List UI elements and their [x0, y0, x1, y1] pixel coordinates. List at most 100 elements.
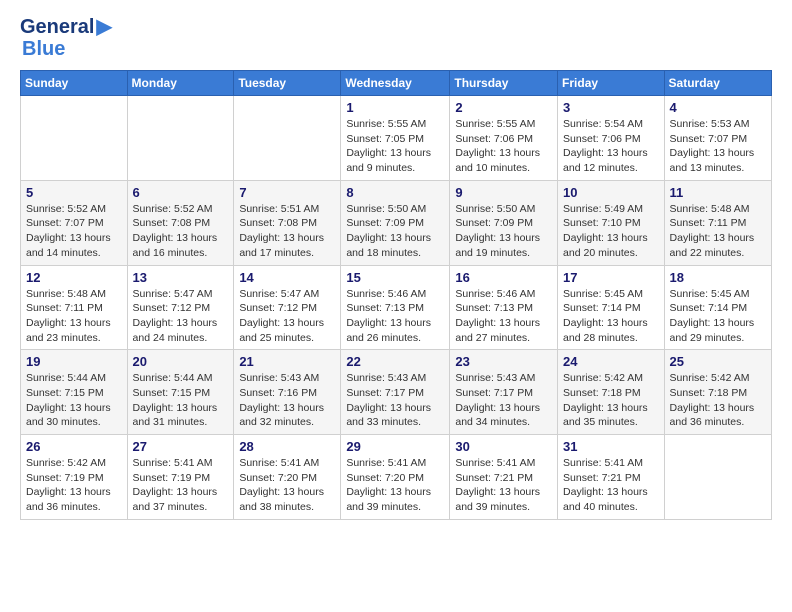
day-number: 26: [26, 439, 122, 454]
weekday-header-thursday: Thursday: [450, 71, 558, 96]
day-number: 22: [346, 354, 444, 369]
calendar-cell: 7Sunrise: 5:51 AM Sunset: 7:08 PM Daylig…: [234, 180, 341, 265]
day-number: 6: [133, 185, 229, 200]
calendar-cell: 22 Sunrise: 5:43 AM Sunset: 7:17 PM Dayli…: [341, 350, 450, 435]
calendar-cell: 26Sunrise: 5:42 AM Sunset: 7:19 PM Dayli…: [21, 435, 128, 520]
logo-text: General▶: [20, 16, 112, 38]
day-info: Sunrise: 5:45 AM Sunset: 7:14 PM Dayligh…: [670, 287, 766, 346]
day-info: Sunrise: 5:47 AM Sunset: 7:12 PM Dayligh…: [239, 287, 335, 346]
day-number: 23: [455, 354, 552, 369]
calendar-cell: 21 Sunrise: 5:43 AM Sunset: 7:16 PM Dayli…: [234, 350, 341, 435]
day-number: 20: [133, 354, 229, 369]
calendar-cell: 25Sunrise: 5:42 AM Sunset: 7:18 PM Dayli…: [664, 350, 771, 435]
calendar-cell: 12 Sunrise: 5:48 AM Sunset: 7:11 PM Dayli…: [21, 265, 128, 350]
calendar-cell: 3Sunrise: 5:54 AM Sunset: 7:06 PM Daylig…: [558, 96, 665, 181]
calendar-cell: [664, 435, 771, 520]
calendar-cell: 23 Sunrise: 5:43 AM Sunset: 7:17 PM Dayli…: [450, 350, 558, 435]
calendar-cell: 19 Sunrise: 5:44 AM Sunset: 7:15 PM Dayli…: [21, 350, 128, 435]
calendar-cell: 4 Sunrise: 5:53 AM Sunset: 7:07 PM Daylig…: [664, 96, 771, 181]
day-number: 11: [670, 185, 766, 200]
calendar-cell: 5 Sunrise: 5:52 AM Sunset: 7:07 PM Daylig…: [21, 180, 128, 265]
calendar-cell: 29 Sunrise: 5:41 AM Sunset: 7:20 PM Dayli…: [341, 435, 450, 520]
day-number: 18: [670, 270, 766, 285]
day-number: 10: [563, 185, 659, 200]
day-info: Sunrise: 5:44 AM Sunset: 7:15 PM Dayligh…: [26, 371, 122, 430]
calendar-cell: 9 Sunrise: 5:50 AM Sunset: 7:09 PM Daylig…: [450, 180, 558, 265]
day-info: Sunrise: 5:50 AM Sunset: 7:09 PM Dayligh…: [346, 202, 444, 261]
day-number: 9: [455, 185, 552, 200]
day-info: Sunrise: 5:41 AM Sunset: 7:20 PM Dayligh…: [346, 456, 444, 515]
header: General▶ Blue: [20, 16, 772, 60]
page: General▶ Blue SundayMondayTuesdayWednesd…: [0, 0, 792, 612]
calendar-week-1: 1 Sunrise: 5:55 AM Sunset: 7:05 PM Daylig…: [21, 96, 772, 181]
day-info: Sunrise: 5:43 AM Sunset: 7:16 PM Dayligh…: [239, 371, 335, 430]
day-number: 13: [133, 270, 229, 285]
day-number: 21: [239, 354, 335, 369]
day-number: 16: [455, 270, 552, 285]
day-number: 19: [26, 354, 122, 369]
weekday-header-monday: Monday: [127, 71, 234, 96]
day-number: 14: [239, 270, 335, 285]
day-info: Sunrise: 5:47 AM Sunset: 7:12 PM Dayligh…: [133, 287, 229, 346]
calendar-cell: [127, 96, 234, 181]
logo: General▶ Blue: [20, 16, 112, 60]
day-number: 2: [455, 100, 552, 115]
day-info: Sunrise: 5:50 AM Sunset: 7:09 PM Dayligh…: [455, 202, 552, 261]
day-info: Sunrise: 5:49 AM Sunset: 7:10 PM Dayligh…: [563, 202, 659, 261]
day-number: 28: [239, 439, 335, 454]
day-info: Sunrise: 5:53 AM Sunset: 7:07 PM Dayligh…: [670, 117, 766, 176]
day-info: Sunrise: 5:41 AM Sunset: 7:21 PM Dayligh…: [455, 456, 552, 515]
day-info: Sunrise: 5:41 AM Sunset: 7:20 PM Dayligh…: [239, 456, 335, 515]
day-number: 4: [670, 100, 766, 115]
day-number: 1: [346, 100, 444, 115]
day-number: 15: [346, 270, 444, 285]
calendar-cell: 27 Sunrise: 5:41 AM Sunset: 7:19 PM Dayli…: [127, 435, 234, 520]
day-number: 12: [26, 270, 122, 285]
day-number: 8: [346, 185, 444, 200]
day-info: Sunrise: 5:44 AM Sunset: 7:15 PM Dayligh…: [133, 371, 229, 430]
day-number: 24: [563, 354, 659, 369]
day-info: Sunrise: 5:52 AM Sunset: 7:08 PM Dayligh…: [133, 202, 229, 261]
calendar-cell: 20 Sunrise: 5:44 AM Sunset: 7:15 PM Dayli…: [127, 350, 234, 435]
calendar-cell: 14 Sunrise: 5:47 AM Sunset: 7:12 PM Dayli…: [234, 265, 341, 350]
calendar-cell: 28 Sunrise: 5:41 AM Sunset: 7:20 PM Dayli…: [234, 435, 341, 520]
day-info: Sunrise: 5:42 AM Sunset: 7:18 PM Dayligh…: [563, 371, 659, 430]
day-number: 3: [563, 100, 659, 115]
calendar-cell: [21, 96, 128, 181]
calendar-cell: 1 Sunrise: 5:55 AM Sunset: 7:05 PM Daylig…: [341, 96, 450, 181]
calendar-week-5: 26Sunrise: 5:42 AM Sunset: 7:19 PM Dayli…: [21, 435, 772, 520]
calendar-cell: 30Sunrise: 5:41 AM Sunset: 7:21 PM Dayli…: [450, 435, 558, 520]
calendar-week-4: 19 Sunrise: 5:44 AM Sunset: 7:15 PM Dayli…: [21, 350, 772, 435]
calendar-week-2: 5 Sunrise: 5:52 AM Sunset: 7:07 PM Daylig…: [21, 180, 772, 265]
calendar-cell: 6 Sunrise: 5:52 AM Sunset: 7:08 PM Daylig…: [127, 180, 234, 265]
day-info: Sunrise: 5:48 AM Sunset: 7:11 PM Dayligh…: [26, 287, 122, 346]
day-info: Sunrise: 5:51 AM Sunset: 7:08 PM Dayligh…: [239, 202, 335, 261]
weekday-header-wednesday: Wednesday: [341, 71, 450, 96]
day-info: Sunrise: 5:55 AM Sunset: 7:05 PM Dayligh…: [346, 117, 444, 176]
calendar-cell: 18 Sunrise: 5:45 AM Sunset: 7:14 PM Dayli…: [664, 265, 771, 350]
day-info: Sunrise: 5:43 AM Sunset: 7:17 PM Dayligh…: [455, 371, 552, 430]
day-info: Sunrise: 5:48 AM Sunset: 7:11 PM Dayligh…: [670, 202, 766, 261]
day-number: 5: [26, 185, 122, 200]
day-number: 31: [563, 439, 659, 454]
logo-subtext: Blue: [22, 38, 65, 60]
day-info: Sunrise: 5:41 AM Sunset: 7:19 PM Dayligh…: [133, 456, 229, 515]
day-number: 29: [346, 439, 444, 454]
calendar-cell: 15 Sunrise: 5:46 AM Sunset: 7:13 PM Dayli…: [341, 265, 450, 350]
weekday-header-saturday: Saturday: [664, 71, 771, 96]
day-info: Sunrise: 5:43 AM Sunset: 7:17 PM Dayligh…: [346, 371, 444, 430]
calendar: SundayMondayTuesdayWednesdayThursdayFrid…: [20, 70, 772, 520]
day-info: Sunrise: 5:52 AM Sunset: 7:07 PM Dayligh…: [26, 202, 122, 261]
day-info: Sunrise: 5:46 AM Sunset: 7:13 PM Dayligh…: [346, 287, 444, 346]
day-info: Sunrise: 5:55 AM Sunset: 7:06 PM Dayligh…: [455, 117, 552, 176]
calendar-week-3: 12 Sunrise: 5:48 AM Sunset: 7:11 PM Dayli…: [21, 265, 772, 350]
calendar-cell: 31Sunrise: 5:41 AM Sunset: 7:21 PM Dayli…: [558, 435, 665, 520]
calendar-cell: 13 Sunrise: 5:47 AM Sunset: 7:12 PM Dayli…: [127, 265, 234, 350]
day-info: Sunrise: 5:45 AM Sunset: 7:14 PM Dayligh…: [563, 287, 659, 346]
weekday-header-friday: Friday: [558, 71, 665, 96]
day-number: 25: [670, 354, 766, 369]
day-number: 27: [133, 439, 229, 454]
calendar-cell: 17Sunrise: 5:45 AM Sunset: 7:14 PM Dayli…: [558, 265, 665, 350]
calendar-cell: 11 Sunrise: 5:48 AM Sunset: 7:11 PM Dayli…: [664, 180, 771, 265]
day-info: Sunrise: 5:46 AM Sunset: 7:13 PM Dayligh…: [455, 287, 552, 346]
